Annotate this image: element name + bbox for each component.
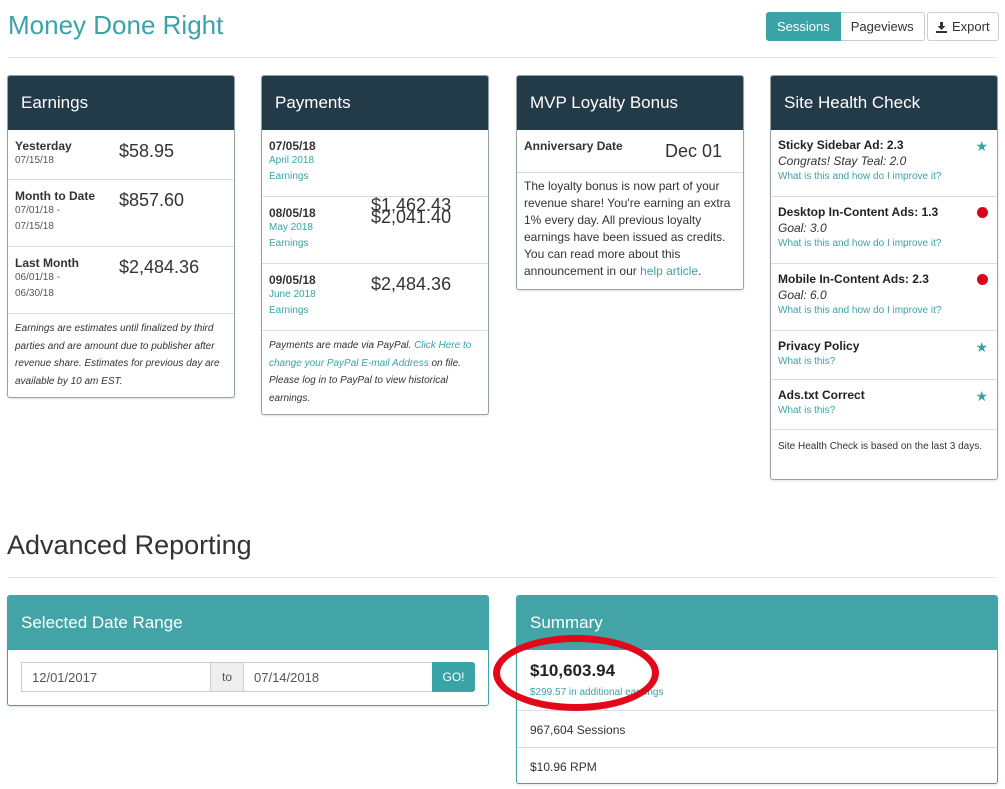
loyalty-title: MVP Loyalty Bonus — [517, 76, 743, 130]
end-date-input[interactable]: 07/14/2018 — [243, 662, 433, 692]
health-item-title: Desktop In-Content Ads: 1.3 — [778, 205, 939, 219]
loyalty-card: MVP Loyalty Bonus Anniversary Date Dec 0… — [516, 75, 744, 290]
date-range-title: Selected Date Range — [8, 596, 488, 650]
site-health-note: Site Health Check is based on the last 3… — [778, 441, 983, 452]
health-item: Mobile In-Content Ads: 2.3 Goal: 6.0 Wha… — [771, 264, 997, 331]
metric-toggle: Sessions Pageviews — [766, 12, 925, 41]
star-icon: ★ — [975, 388, 988, 404]
export-label: Export — [952, 19, 990, 34]
payment-row: 08/05/18 May 2018 Earnings $2,041.40 — [262, 197, 488, 264]
start-date-input[interactable]: 12/01/2017 — [21, 662, 211, 692]
go-button[interactable]: GO! — [432, 662, 475, 692]
loyalty-body: The loyalty bonus is now part of your re… — [524, 179, 731, 278]
earnings-row: Last Month 06/01/18 - 06/30/18 $2,484.36 — [8, 247, 234, 314]
health-item-title: Ads.txt Correct — [778, 388, 865, 402]
payment-date: 08/05/18 — [269, 206, 316, 220]
earnings-date: 06/01/18 - — [15, 272, 61, 283]
health-item: Sticky Sidebar Ad: 2.3 Congrats! Stay Te… — [771, 130, 997, 197]
earnings-card: Earnings Yesterday 07/15/18 $58.95 Month… — [7, 75, 235, 398]
health-item-goal: Goal: 3.0 — [778, 221, 827, 235]
payment-amount: $2,041.40 — [371, 207, 452, 227]
earnings-label: Month to Date 07/01/18 - 07/15/18 — [15, 189, 95, 235]
health-help-link[interactable]: What is this? — [778, 356, 990, 367]
help-article-link[interactable]: help article — [640, 264, 698, 278]
health-item-goal: Congrats! Stay Teal: 2.0 — [778, 154, 907, 168]
earnings-label: Yesterday 07/15/18 — [15, 139, 72, 169]
payment-date-block: 08/05/18 May 2018 Earnings — [269, 206, 316, 252]
payment-date-block: 09/05/18 June 2018 Earnings — [269, 273, 316, 319]
site-health-title: Site Health Check — [771, 76, 997, 130]
highlight-circle — [493, 635, 659, 711]
sessions-button[interactable]: Sessions — [766, 12, 841, 41]
divider — [8, 577, 997, 578]
payment-amount: $2,484.36 — [371, 274, 452, 294]
payment-period-sub: Earnings — [269, 305, 309, 316]
health-item-title: Privacy Policy — [778, 339, 860, 353]
earnings-title: Earnings — [8, 76, 234, 130]
health-item: Desktop In-Content Ads: 1.3 Goal: 3.0 Wh… — [771, 197, 997, 264]
earnings-date: 06/30/18 — [15, 288, 54, 299]
red-dot-icon — [977, 207, 988, 218]
earnings-date: 07/01/18 - — [15, 205, 61, 216]
summary-sessions: 967,604 Sessions — [517, 711, 997, 748]
payment-date: 09/05/18 — [269, 273, 316, 287]
download-icon — [936, 21, 947, 33]
payment-row: 09/05/18 June 2018 Earnings $2,484.36 — [262, 264, 488, 331]
payment-date: 07/05/18 — [269, 139, 316, 153]
payment-period: April 2018 — [269, 155, 315, 166]
health-item-title: Mobile In-Content Ads: 2.3 — [778, 272, 929, 286]
anniversary-row: Anniversary Date Dec 01 — [517, 130, 743, 173]
star-icon: ★ — [975, 339, 988, 355]
earnings-date: 07/15/18 — [15, 155, 54, 166]
health-item: Privacy Policy What is this? ★ — [771, 331, 997, 380]
advanced-reporting-title: Advanced Reporting — [7, 530, 252, 560]
to-label: to — [210, 662, 244, 692]
payments-note: Payments are made via PayPal. Click Here… — [269, 340, 472, 404]
health-help-link[interactable]: What is this and how do I improve it? — [778, 171, 990, 182]
payment-period: May 2018 — [269, 222, 313, 233]
pageviews-button[interactable]: Pageviews — [840, 12, 925, 41]
earnings-date: 07/15/18 — [15, 221, 54, 232]
payment-date-block: 07/05/18 April 2018 Earnings — [269, 139, 316, 185]
payment-row: 07/05/18 April 2018 Earnings $1,462.43 — [262, 130, 488, 215]
payments-card: Payments 07/05/18 April 2018 Earnings $1… — [261, 75, 489, 415]
earnings-row: Yesterday 07/15/18 $58.95 — [8, 130, 234, 180]
earnings-note: Earnings are estimates until finalized b… — [15, 323, 220, 387]
earnings-amount: $58.95 — [119, 141, 175, 161]
export-button[interactable]: Export — [927, 12, 999, 41]
payment-period-sub: Earnings — [269, 171, 309, 182]
health-item-title: Sticky Sidebar Ad: 2.3 — [778, 138, 904, 152]
payment-period-sub: Earnings — [269, 238, 309, 249]
anniversary-label: Anniversary Date — [524, 139, 623, 153]
earnings-label: Last Month 06/01/18 - 06/30/18 — [15, 256, 79, 302]
earnings-amount: $857.60 — [119, 190, 185, 210]
star-icon: ★ — [975, 138, 988, 154]
earnings-row: Month to Date 07/01/18 - 07/15/18 $857.6… — [8, 180, 234, 247]
site-title: Money Done Right — [8, 10, 224, 40]
divider — [8, 57, 997, 58]
health-help-link[interactable]: What is this? — [778, 405, 990, 416]
earnings-amount: $2,484.36 — [119, 257, 200, 277]
summary-rpm: $10.96 RPM — [530, 760, 597, 774]
red-dot-icon — [977, 274, 988, 285]
health-item-goal: Goal: 6.0 — [778, 288, 827, 302]
anniversary-value: Dec 01 — [665, 141, 723, 161]
health-item: Ads.txt Correct What is this? ★ — [771, 380, 997, 430]
site-health-card: Site Health Check Sticky Sidebar Ad: 2.3… — [770, 75, 998, 480]
payments-title: Payments — [262, 76, 488, 130]
health-help-link[interactable]: What is this and how do I improve it? — [778, 238, 990, 249]
health-help-link[interactable]: What is this and how do I improve it? — [778, 305, 990, 316]
payment-period: June 2018 — [269, 289, 316, 300]
